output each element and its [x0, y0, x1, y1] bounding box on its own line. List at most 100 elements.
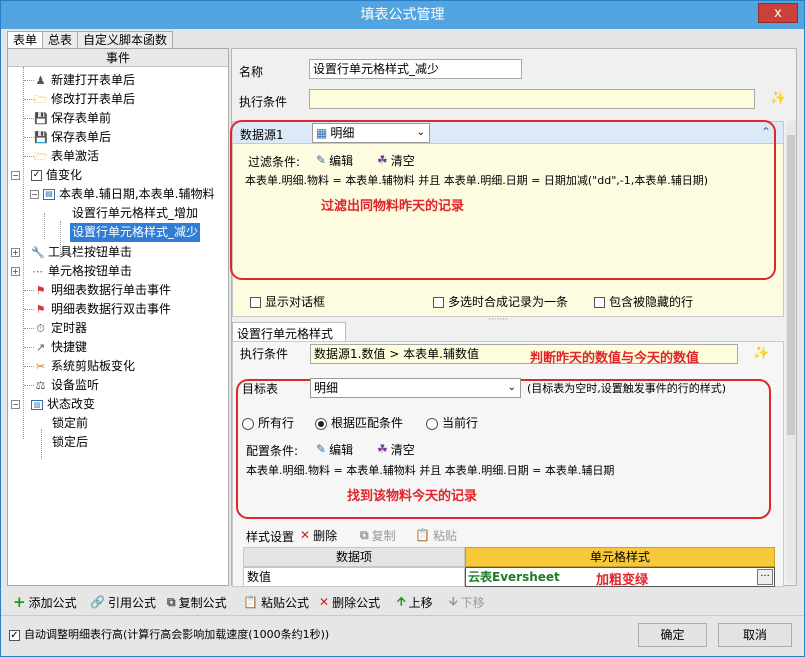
move-down-button[interactable]: 🡫 下移 — [449, 592, 485, 612]
tree-item-cell-button-click[interactable]: + ⋯ 单元格按钮单击 — [11, 262, 132, 281]
checkbox-label: 显示对话框 — [265, 295, 326, 309]
folder-icon: 🗁 — [34, 93, 48, 106]
tree-item-after-save[interactable]: 💾 保存表单后 — [16, 128, 111, 147]
show-dialog-checkbox[interactable]: 显示对话框 — [250, 293, 325, 310]
collapse-icon[interactable]: − — [30, 190, 39, 199]
save-icon: 💾 — [34, 112, 48, 125]
tab-custom-script[interactable]: 自定义脚本函数 — [77, 31, 174, 48]
tree-item-row-dblclick[interactable]: ⚑ 明细表数据行双击事件 — [16, 300, 171, 319]
tree-item-after-lock[interactable]: 锁定后 — [52, 433, 88, 452]
ref-formula-button[interactable]: 🔗 引用公式 — [90, 592, 156, 612]
tree-item-toolbar-click[interactable]: + 🔧 工具栏按钮单击 — [11, 243, 132, 262]
target-table-select[interactable]: 明细 ⌄ — [310, 378, 521, 398]
folder-icon: 🗁 — [34, 150, 48, 163]
ok-button[interactable]: 确定 — [638, 623, 707, 647]
dots-icon: ⋯ — [32, 265, 43, 278]
tree-item-label: 本表单.辅日期,本表单.辅物料 — [59, 187, 215, 201]
style-copy-button[interactable]: ⧉ 复制 — [360, 525, 396, 545]
scissors-icon: ✂ — [35, 360, 46, 373]
copy-icon: ⧉ — [360, 527, 369, 542]
table-cell-data-item[interactable]: 数值 — [243, 567, 465, 587]
tree-item-clipboard[interactable]: ✂ 系统剪贴板变化 — [16, 357, 135, 376]
cancel-button[interactable]: 取消 — [718, 623, 792, 647]
tree-item-style-increase[interactable]: 设置行单元格样式_增加 — [72, 204, 198, 223]
tree-item-row-click[interactable]: ⚑ 明细表数据行单击事件 — [16, 281, 171, 300]
style-picker-button[interactable]: ··· — [757, 569, 773, 585]
tree-item-new-open[interactable]: ♟ 新建打开表单后 — [16, 71, 135, 90]
target-table-hint: (目标表为空时,设置触发事件的行的样式) — [527, 382, 727, 395]
formula-wizard-icon[interactable]: ✨ — [770, 91, 786, 106]
expand-icon[interactable]: + — [11, 267, 20, 276]
config-edit-button[interactable]: ✎ 编辑 — [316, 439, 353, 459]
tree-item-label: 设备监听 — [51, 378, 100, 392]
config-condition-label: 配置条件: — [246, 444, 299, 458]
tree-item-label: 状态改变 — [47, 397, 96, 411]
tree-item-status-change[interactable]: − ▧ 状态改变 — [11, 395, 95, 414]
tree-item-style-decrease[interactable]: 设置行单元格样式_减少 — [70, 223, 201, 242]
collapse-icon[interactable]: − — [11, 171, 20, 180]
delete-formula-button[interactable]: ✕ 删除公式 — [319, 592, 380, 612]
tree-item-label: 锁定前 — [52, 416, 89, 430]
splitter-handle[interactable]: ······· — [488, 315, 508, 325]
tree-item-label-selected: 设置行单元格样式_减少 — [70, 223, 201, 242]
style-settings-label: 样式设置 — [246, 530, 295, 544]
tree-item-edit-open[interactable]: 🗁 修改打开表单后 — [16, 90, 135, 109]
filter-annotation: 过滤出同物料昨天的记录 — [321, 199, 465, 214]
tree-item-label: 设置行单元格样式_增加 — [72, 206, 199, 220]
checkbox-label: 包含被隐藏的行 — [609, 295, 694, 309]
tree-item-value-change[interactable]: − ✓ 值变化 — [11, 166, 82, 185]
close-button[interactable]: x — [758, 3, 798, 23]
paste-formula-button[interactable]: 📋 粘贴公式 — [243, 592, 309, 612]
column-header-data-item: 数据项 — [243, 547, 465, 567]
ref-formula-label: 引用公式 — [107, 595, 156, 610]
tree-item-field-trigger[interactable]: − ▤ 本表单.辅日期,本表单.辅物料 — [30, 185, 214, 204]
radio-current-row[interactable]: 当前行 — [426, 414, 478, 431]
formula-wizard-icon[interactable]: ✨ — [753, 346, 769, 361]
radio-match-condition[interactable]: 根据匹配条件 — [315, 414, 403, 431]
checkbox-box — [594, 297, 605, 308]
auto-adjust-checkbox[interactable]: ✓ 自动调整明细表行高(计算行高会影响加载速度(1000条约1秒)) — [9, 626, 329, 642]
event-tree-header: 事件 — [8, 49, 228, 67]
checkbox-checked: ✓ — [9, 629, 20, 641]
expand-icon[interactable]: + — [11, 248, 20, 257]
tab-summary[interactable]: 总表 — [42, 31, 79, 48]
flag-icon: ⚑ — [35, 303, 46, 316]
tree-item-before-lock[interactable]: 锁定前 — [52, 414, 88, 433]
title-bar: 填表公式管理 x — [1, 1, 804, 29]
tree-item-before-save[interactable]: 💾 保存表单前 — [16, 109, 111, 128]
tree-item-shortcut[interactable]: ↗ 快捷键 — [16, 338, 87, 357]
tree-item-label: 保存表单前 — [51, 111, 112, 125]
auto-adjust-label: 自动调整明细表行高(计算行高会影响加载速度(1000条约1秒)) — [24, 628, 330, 641]
exec-condition-input[interactable] — [309, 89, 755, 109]
tree-item-device[interactable]: ⚖ 设备监听 — [16, 376, 99, 395]
tab-form[interactable]: 表单 — [7, 31, 44, 48]
tab-set-row-style[interactable]: 设置行单元格样式 — [232, 322, 346, 342]
merge-records-checkbox[interactable]: 多选时合成记录为一条 — [433, 293, 568, 310]
tree-item-activate[interactable]: 🗁 表单激活 — [16, 147, 99, 166]
copy-formula-button[interactable]: ⧉ 复制公式 — [167, 592, 227, 612]
tree-item-timer[interactable]: ⏱ 定时器 — [16, 319, 87, 338]
move-up-button[interactable]: 🡩 上移 — [397, 592, 433, 612]
tree-item-label: 值变化 — [46, 168, 83, 182]
tree-item-label: 快捷键 — [51, 340, 88, 354]
add-formula-button[interactable]: + 添加公式 — [13, 592, 77, 612]
collapse-icon[interactable]: − — [11, 400, 20, 409]
radio-all-rows[interactable]: 所有行 — [242, 414, 294, 431]
link-icon: 🔗 — [90, 595, 105, 609]
tree-item-label: 明细表数据行双击事件 — [51, 302, 172, 316]
vertical-scrollbar[interactable] — [786, 121, 796, 583]
target-table-value: 明细 — [314, 381, 339, 395]
style-delete-button[interactable]: ✕ 删除 — [300, 525, 337, 545]
radio-label: 根据匹配条件 — [331, 416, 404, 430]
tree-item-label: 新建打开表单后 — [51, 73, 136, 87]
config-clear-button[interactable]: ☘ 清空 — [377, 439, 415, 459]
name-input[interactable]: 设置行单元格样式_减少 — [309, 59, 522, 79]
include-hidden-checkbox[interactable]: 包含被隐藏的行 — [594, 293, 693, 310]
annotation-oval — [230, 120, 776, 280]
checkbox-box — [250, 297, 261, 308]
radio-label: 当前行 — [442, 416, 479, 430]
style-paste-button[interactable]: 📋 粘贴 — [415, 525, 457, 545]
event-tree-panel: 事件 ♟ 新建打开表单后 🗁 修改打开表单后 💾 保存表单前 💾 保存表单后 🗁 表单激活… — [7, 48, 229, 586]
scrollbar-thumb[interactable] — [787, 135, 795, 435]
add-formula-label: 添加公式 — [28, 595, 77, 610]
